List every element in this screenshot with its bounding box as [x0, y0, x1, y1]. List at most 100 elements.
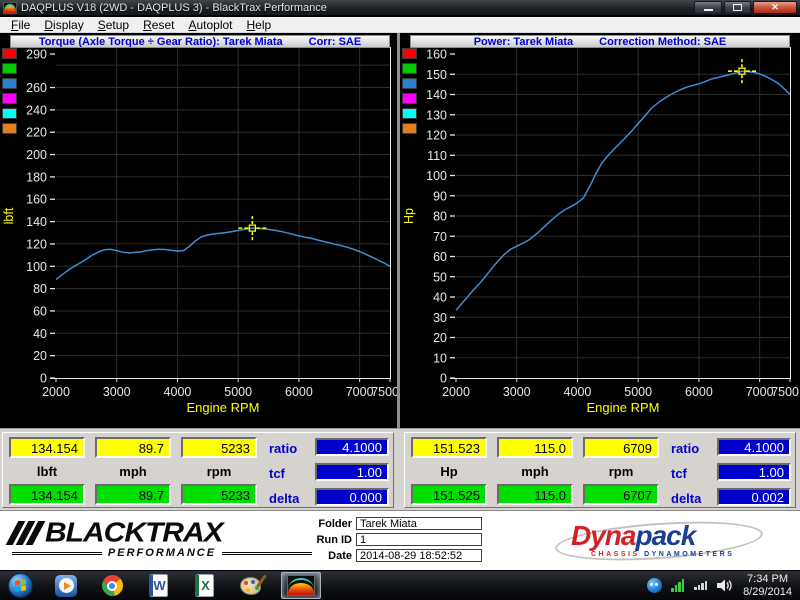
- volume-icon[interactable]: [717, 579, 732, 592]
- run-id-field[interactable]: 1: [356, 533, 482, 546]
- chart-area: 2902602402202001801601401201008060402002…: [0, 33, 800, 428]
- svg-text:20: 20: [433, 331, 447, 345]
- start-button[interactable]: [8, 573, 33, 598]
- torque-curve: [56, 228, 390, 280]
- cursor-power-value: 151.525: [411, 484, 487, 505]
- svg-text:7500: 7500: [771, 385, 799, 399]
- daqplus-taskbar-button-active[interactable]: [281, 572, 321, 599]
- readout-strip: 134.154 89.7 5233 lbft mph rpm 134.154 8…: [0, 428, 800, 510]
- svg-text:240: 240: [26, 103, 47, 117]
- footer-strip: BLACKTRAX PERFORMANCE Folder Tarek Miata…: [0, 510, 800, 570]
- torque-readout-panel: 134.154 89.7 5233 lbft mph rpm 134.154 8…: [2, 432, 394, 508]
- window-title: DAQPLUS V18 (2WD - DAQPLUS 3) - BlackTra…: [21, 0, 692, 16]
- menu-help[interactable]: Help: [240, 18, 279, 32]
- svg-text:5000: 5000: [624, 385, 652, 399]
- svg-text:140: 140: [26, 215, 47, 229]
- delta-label: delta: [269, 491, 299, 506]
- power-readout-panel: 151.523 115.0 6709 Hp mph rpm 151.525 11…: [404, 432, 796, 508]
- speed-unit-label: mph: [497, 464, 573, 479]
- peak-rpm-value: 5233: [181, 437, 257, 458]
- power-chart-title: Power: Tarek Miata: [474, 36, 573, 48]
- menu-autoplot[interactable]: Autoplot: [181, 18, 239, 32]
- dynapack-word2: pack: [635, 520, 695, 551]
- svg-text:110: 110: [427, 149, 447, 163]
- svg-text:80: 80: [433, 210, 447, 224]
- clock-date: 8/29/2014: [743, 586, 792, 599]
- power-plot[interactable]: 1601501401301201101009080706050403020100…: [400, 33, 800, 428]
- svg-text:80: 80: [33, 282, 47, 296]
- svg-text:100: 100: [26, 260, 47, 274]
- chrome-taskbar-icon[interactable]: [99, 573, 125, 599]
- svg-text:2000: 2000: [442, 385, 470, 399]
- date-field[interactable]: 2014-08-29 18:52:52: [356, 549, 482, 562]
- media-player-taskbar-icon[interactable]: [53, 573, 79, 599]
- svg-text:140: 140: [426, 88, 447, 102]
- window-titlebar[interactable]: DAQPLUS V18 (2WD - DAQPLUS 3) - BlackTra…: [0, 0, 800, 16]
- svg-text:70: 70: [433, 230, 447, 244]
- blacktrax-sub: PERFORMANCE: [102, 547, 222, 559]
- svg-text:3000: 3000: [103, 385, 131, 399]
- maximize-button[interactable]: [724, 1, 751, 14]
- windows-flag-icon: [15, 579, 26, 591]
- paint-taskbar-icon[interactable]: [237, 573, 263, 599]
- svg-text:60: 60: [433, 250, 447, 264]
- torque-unit-label: lbft: [9, 464, 85, 479]
- svg-text:150: 150: [426, 68, 447, 82]
- speed-unit-label: mph: [95, 464, 171, 479]
- rpm-unit-label: rpm: [583, 464, 659, 479]
- system-tray: 7:34 PM 8/29/2014: [647, 571, 800, 600]
- power-curve: [456, 71, 790, 310]
- folder-label: Folder: [300, 518, 352, 530]
- minimize-icon: [704, 9, 713, 11]
- y-axis-title: lbft: [2, 207, 16, 224]
- svg-text:30: 30: [433, 311, 447, 325]
- svg-text:10: 10: [433, 351, 447, 365]
- svg-text:160: 160: [426, 48, 447, 62]
- svg-text:7500: 7500: [371, 385, 399, 399]
- desktop: DAQPLUS V18 (2WD - DAQPLUS 3) - BlackTra…: [0, 0, 800, 600]
- legend-color-swatches: [402, 48, 418, 138]
- peak-torque-value: 134.154: [9, 437, 85, 458]
- svg-text:90: 90: [433, 189, 447, 203]
- dynapack-logo: Dynapack CHASSIS DYNAMOMETERS: [555, 519, 765, 565]
- svg-text:160: 160: [26, 193, 47, 207]
- torque-chart-panel: 2902602402202001801601401201008060402002…: [0, 33, 400, 428]
- run-info: Folder Tarek Miata Run ID 1 Date 2014-08…: [300, 517, 486, 565]
- menu-setup[interactable]: Setup: [91, 18, 136, 32]
- wireless-signal-icon[interactable]: [671, 579, 685, 592]
- tcf-value: 1.00: [717, 463, 791, 481]
- blacktrax-logo: BLACKTRAX PERFORMANCE: [12, 519, 312, 559]
- power-unit-label: Hp: [411, 464, 487, 479]
- torque-plot[interactable]: 2902602402202001801601401201008060402002…: [0, 33, 400, 428]
- taskbar-clock[interactable]: 7:34 PM 8/29/2014: [743, 573, 792, 599]
- svg-text:260: 260: [26, 81, 47, 95]
- cursor-rpm-value: 5233: [181, 484, 257, 505]
- svg-text:180: 180: [26, 170, 47, 184]
- excel-taskbar-icon[interactable]: X: [191, 573, 217, 599]
- cursor-speed-value: 115.0: [497, 484, 573, 505]
- svg-text:100: 100: [426, 169, 447, 183]
- menu-file[interactable]: File: [4, 18, 37, 32]
- minimize-button[interactable]: [694, 1, 722, 14]
- torque-corr-label: Corr: SAE: [309, 36, 362, 48]
- x-axis-title: Engine RPM: [587, 400, 660, 415]
- menu-reset[interactable]: Reset: [136, 18, 181, 32]
- torque-chart-header: Torque (Axle Torque ÷ Gear Ratio): Tarek…: [10, 35, 390, 48]
- close-button[interactable]: ✕: [753, 1, 797, 14]
- power-chart-header: Power: Tarek Miata Correction Method: SA…: [410, 35, 790, 48]
- power-corr-label: Correction Method: SAE: [599, 36, 726, 48]
- tcf-value: 1.00: [315, 463, 389, 481]
- svg-text:4000: 4000: [164, 385, 192, 399]
- run-id-label: Run ID: [300, 534, 352, 546]
- folder-field[interactable]: Tarek Miata: [356, 517, 482, 530]
- tray-status-icon[interactable]: [647, 578, 662, 593]
- tcf-label: tcf: [269, 466, 285, 481]
- legend-color-swatches: [2, 48, 18, 138]
- power-chart-panel: 1601501401301201101009080706050403020100…: [400, 33, 800, 428]
- svg-text:7000: 7000: [746, 385, 774, 399]
- menu-display[interactable]: Display: [37, 18, 90, 32]
- svg-text:2000: 2000: [42, 385, 70, 399]
- word-taskbar-icon[interactable]: W: [145, 573, 171, 599]
- network-signal-icon[interactable]: [694, 581, 708, 590]
- svg-text:5000: 5000: [224, 385, 252, 399]
